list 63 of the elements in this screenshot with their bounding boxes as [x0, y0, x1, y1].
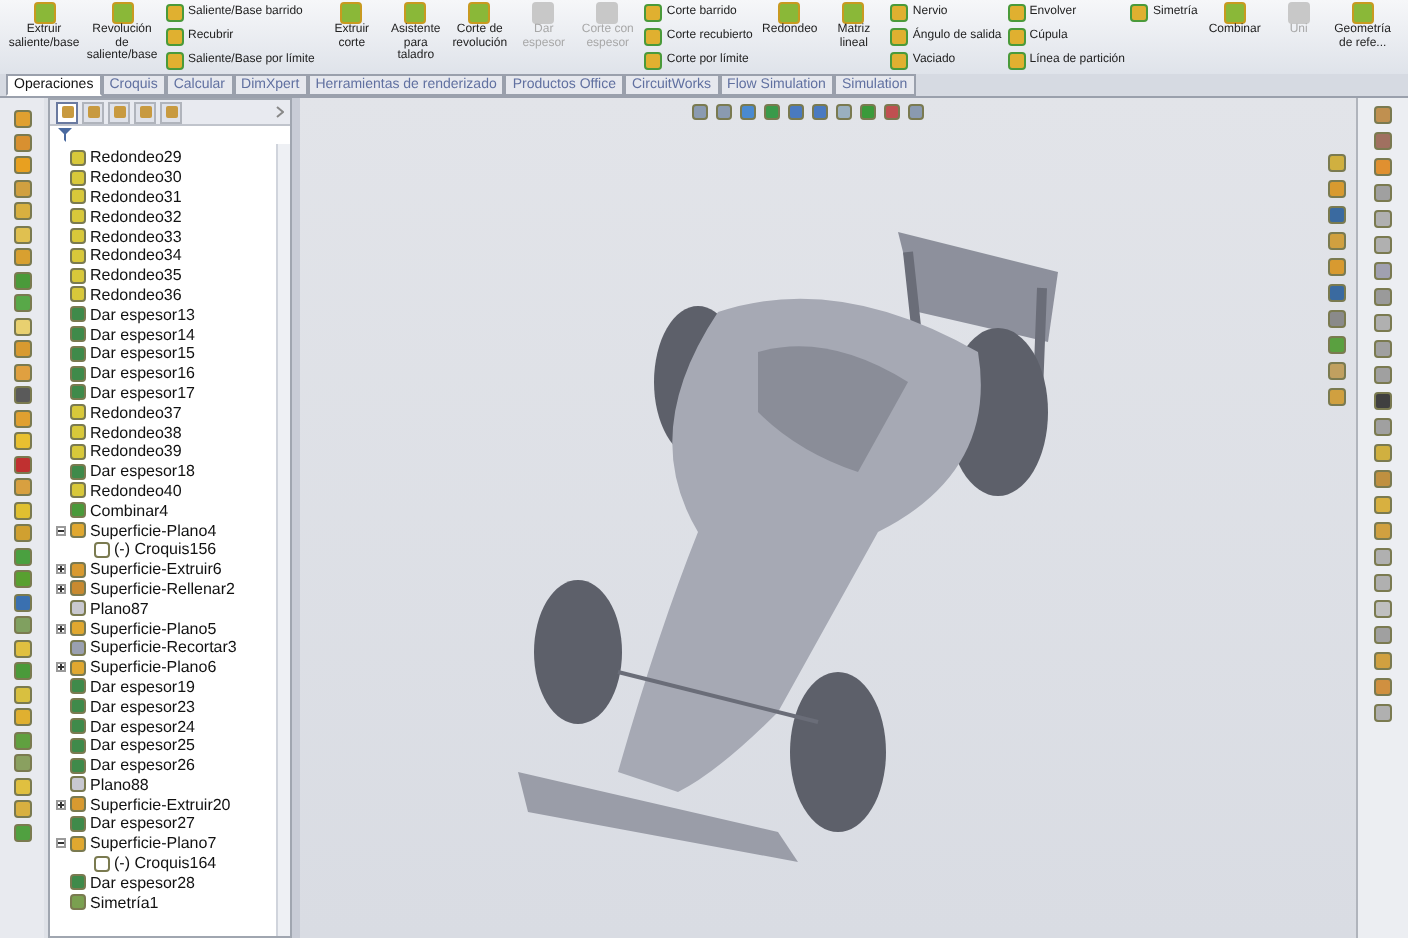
tool-icon	[1130, 4, 1149, 22]
tree-item[interactable]: Dar espesor19	[90, 677, 195, 696]
tree-item[interactable]: Dar espesor24	[90, 717, 195, 735]
tree-item[interactable]: Redondeo38	[90, 423, 182, 442]
tree-item[interactable]: Redondeo34	[90, 246, 182, 265]
tree-item[interactable]: Redondeo33	[90, 227, 182, 246]
expand-icon[interactable]	[56, 662, 66, 673]
tree-item[interactable]: Superficie-Plano7	[90, 834, 217, 853]
tree-item[interactable]: Redondeo39	[90, 442, 182, 461]
tool-icon	[340, 2, 363, 24]
expand-icon[interactable]	[56, 564, 66, 575]
tree-item[interactable]: Dar espesor26	[90, 756, 195, 775]
tree-item[interactable]: Simetría1	[90, 893, 159, 912]
tree-item[interactable]: Superficie-Extruir20	[90, 795, 231, 814]
panel-tab[interactable]	[56, 101, 78, 123]
tree-item[interactable]: Plano87	[90, 599, 149, 618]
tree-item[interactable]: (-) Croquis164	[114, 854, 217, 873]
collapse-icon[interactable]	[56, 838, 66, 849]
tool-icon	[596, 2, 619, 24]
chevron-icon[interactable]	[276, 106, 284, 118]
tree-item[interactable]: Redondeo40	[90, 481, 182, 500]
tool-icon	[33, 2, 55, 24]
tree-item[interactable]: Dar espesor15	[90, 344, 195, 363]
tree-item[interactable]: Superficie-Recortar3	[90, 638, 237, 657]
expand-icon[interactable]	[56, 799, 66, 810]
tree-item[interactable]: Combinar4	[90, 501, 169, 520]
tree-item[interactable]: (-) Croquis156	[114, 540, 217, 559]
tree-item[interactable]: Dar espesor25	[90, 736, 195, 755]
tool-icon	[778, 2, 801, 24]
tool-icon	[404, 2, 427, 24]
tree-item[interactable]: Dar espesor14	[90, 325, 195, 344]
tree-item[interactable]: Dar espesor16	[90, 364, 195, 383]
tree-item[interactable]: Superficie-Plano5	[90, 619, 217, 638]
tool-icon	[532, 2, 555, 24]
tool-icon	[111, 2, 133, 24]
tree-item[interactable]: Redondeo36	[90, 285, 182, 304]
tool-icon	[842, 2, 865, 24]
tree-item[interactable]: Superficie-Plano6	[90, 658, 217, 677]
tool-icon	[1223, 2, 1246, 24]
scroll-bar[interactable]	[276, 144, 290, 936]
tree-item[interactable]: Redondeo29	[90, 148, 182, 167]
tree-item[interactable]: Redondeo30	[90, 168, 182, 187]
tool-icon	[1351, 2, 1374, 24]
tree-item[interactable]: Superficie-Rellenar2	[90, 579, 235, 598]
tree-item[interactable]: Redondeo32	[90, 207, 182, 226]
tool-icon	[1287, 2, 1310, 24]
tree-item[interactable]: Redondeo31	[90, 187, 182, 206]
tree-item[interactable]: Dar espesor13	[90, 305, 195, 324]
tree-item[interactable]: Plano88	[90, 775, 149, 794]
collapse-icon[interactable]	[56, 525, 66, 536]
tree-item[interactable]: Redondeo35	[90, 266, 182, 285]
expand-icon[interactable]	[56, 623, 66, 634]
tree-item[interactable]: Dar espesor17	[90, 383, 195, 402]
tree-item[interactable]: Redondeo37	[90, 403, 182, 422]
tree-item[interactable]: Superficie-Extruir6	[90, 560, 222, 579]
tree-item[interactable]: Dar espesor18	[90, 462, 195, 481]
tool-icon	[468, 2, 491, 24]
tree-item[interactable]: Dar espesor23	[90, 697, 195, 716]
tree-item[interactable]: Dar espesor27	[90, 814, 195, 833]
tree-item[interactable]: Superficie-Plano4	[90, 521, 217, 540]
expand-icon[interactable]	[56, 583, 66, 594]
tree-item[interactable]: Dar espesor28	[90, 873, 195, 892]
splitter-handle[interactable]	[292, 98, 300, 938]
